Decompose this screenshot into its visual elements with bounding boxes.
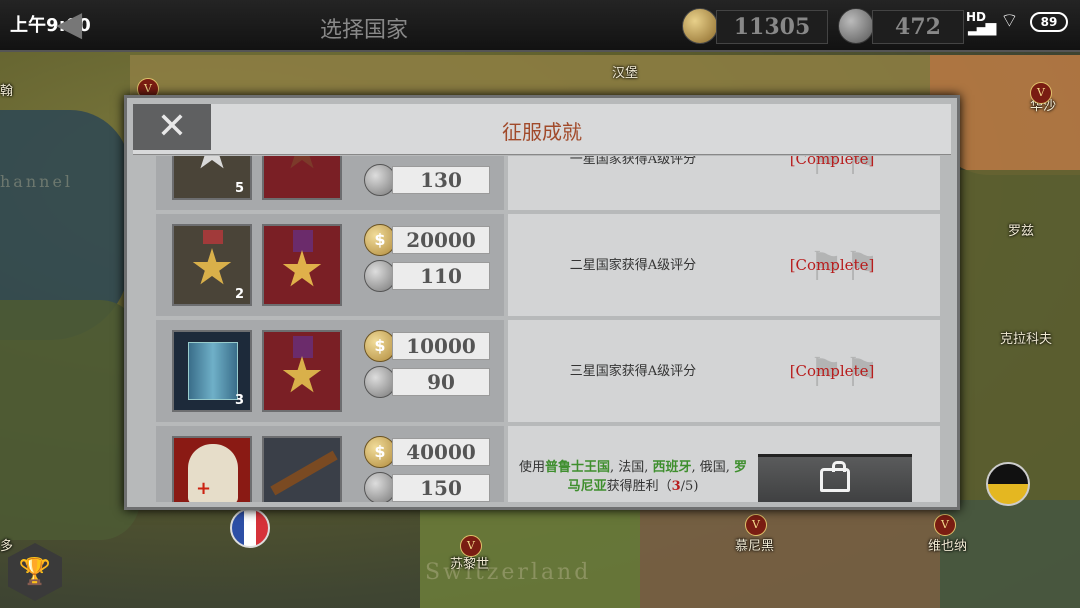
achievement-badge: 3 <box>172 330 252 412</box>
map-region <box>640 510 940 608</box>
battery-icon: 89 <box>1030 12 1068 32</box>
achievement-row: 3 $ 10000 90 三星国家获得A级评分 ⚑⚑ [Complete] <box>156 320 940 422</box>
achievement-info: 一星国家获得A级评分 ⚑⚑ [Complete] <box>508 156 940 210</box>
achievement-badge: 2 <box>172 224 252 306</box>
progress-total: /5) <box>680 479 699 494</box>
reward-medal-box <box>262 224 342 306</box>
achievement-description: 使用普鲁士王国, 法国, 西班牙, 俄国, 罗马尼亚获得胜利（3/5) <box>508 426 758 502</box>
reward-item-box <box>262 436 342 502</box>
claim-reward-button[interactable] <box>758 454 912 502</box>
silver-medal-icon <box>192 156 232 169</box>
france-flag-icon[interactable] <box>230 508 270 548</box>
ribbon-icon <box>293 336 313 358</box>
close-button[interactable]: ✕ <box>133 104 211 150</box>
gold-reward-value: 20000 <box>392 226 490 254</box>
dialog-title: 征服成就 <box>502 120 582 144</box>
achievement-status: [Complete] <box>789 256 875 274</box>
achievement-status: [Complete] <box>789 362 875 380</box>
achievement-description: 二星国家获得A级评分 <box>569 257 697 273</box>
reward-panel: 5 130 <box>156 156 504 210</box>
iron-cross-medal-icon <box>282 156 322 169</box>
gold-reward-value: 40000 <box>392 438 490 466</box>
achievement-row: 2 $ 20000 110 二星国家获得A级评分 ⚑⚑ [Complete] <box>156 214 940 316</box>
medal-icon <box>838 8 874 44</box>
top-bar: 上午9:00 ◀ 选择国家 11305 472 HD ▂▄▆ ⌔ 89 <box>0 0 1080 52</box>
map-label-country: Switzerland <box>425 560 592 585</box>
achievement-status: [Complete] <box>789 156 875 168</box>
reward-panel: 2 $ 20000 110 <box>156 214 504 316</box>
gold-amount: 11305 <box>716 10 828 44</box>
achievement-info: 二星国家获得A级评分 ⚑⚑ [Complete] <box>508 214 940 316</box>
achievement-badge: 5 <box>172 156 252 200</box>
country-name: 普鲁士王国 <box>544 460 610 475</box>
desc-text: 获得胜利（ <box>606 479 672 494</box>
map-label-city: 汉堡 <box>612 66 639 81</box>
star-medal-icon <box>282 250 322 287</box>
achievement-row: + $ 40000 150 使用普鲁士王国, 法国, 西班牙, 俄国, 罗马尼亚… <box>156 426 940 502</box>
trophy-button[interactable]: 🏆 <box>8 543 62 601</box>
map-region <box>940 500 1080 608</box>
map-label-sea: hannel <box>0 172 74 191</box>
reward-panel: + $ 40000 150 <box>156 426 504 502</box>
map-label-city: 维也纳 <box>928 539 968 554</box>
signal-icon: ▂▄▆ <box>968 20 996 36</box>
germany-flag-icon[interactable] <box>986 462 1030 506</box>
reward-panel: 3 $ 10000 90 <box>156 320 504 422</box>
achievement-list[interactable]: 5 130 一星国家获得A级评分 ⚑⚑ [Complete] 2 $ 20000… <box>156 156 940 502</box>
gold-star-medal-icon <box>192 248 232 285</box>
victory-point-marker[interactable]: V <box>1030 82 1052 104</box>
medic-icon: + <box>188 444 238 502</box>
map-label-city: 克拉科夫 <box>1000 332 1053 347</box>
victory-point-marker[interactable]: V <box>934 514 956 536</box>
dialog-header: 征服成就 <box>133 104 951 155</box>
desc-text: 使用 <box>518 460 545 475</box>
map-label-city: 罗兹 <box>1008 224 1035 239</box>
rifle-icon <box>270 450 338 496</box>
map-label-city: 翰 <box>0 84 14 99</box>
gold-reward-value: 10000 <box>392 332 490 360</box>
star-medal-icon <box>282 356 322 393</box>
victory-point-marker[interactable]: V <box>745 514 767 536</box>
close-x-icon: ✕ <box>156 106 188 147</box>
map-label-city: 多 <box>0 539 14 554</box>
badge-count: 3 <box>234 393 244 408</box>
desc-text: , 俄国, <box>691 460 735 475</box>
books-icon <box>188 342 238 400</box>
badge-count: 5 <box>234 181 244 196</box>
map-region <box>130 55 930 95</box>
map-region <box>0 300 140 540</box>
page-title: 选择国家 <box>320 18 409 43</box>
desc-text: , 法国, <box>609 460 653 475</box>
medal-reward-value: 150 <box>392 474 490 502</box>
country-name: 西班牙 <box>652 460 692 475</box>
achievement-info: 使用普鲁士王国, 法国, 西班牙, 俄国, 罗马尼亚获得胜利（3/5) <box>508 426 940 502</box>
achievement-description: 一星国家获得A级评分 <box>569 156 697 167</box>
reward-medal-box <box>262 330 342 412</box>
chest-icon <box>820 461 850 492</box>
achievement-row: 5 130 一星国家获得A级评分 ⚑⚑ [Complete] <box>156 156 940 210</box>
gold-coin-icon <box>682 8 718 44</box>
map-label-city: 慕尼黑 <box>735 539 775 554</box>
ribbon-icon <box>293 230 313 252</box>
reward-medal-box <box>262 156 342 200</box>
achievement-badge: + <box>172 436 252 502</box>
back-arrow-icon[interactable]: ◀ <box>56 4 92 44</box>
ribbon-icon <box>203 230 223 244</box>
medal-reward-value: 130 <box>392 166 490 194</box>
wifi-icon: ⌔ <box>1000 8 1019 32</box>
progress-done: 3 <box>671 479 681 494</box>
medal-reward-value: 90 <box>392 368 490 396</box>
medal-amount: 472 <box>872 10 964 44</box>
badge-count: 2 <box>234 287 244 302</box>
achievement-description: 三星国家获得A级评分 <box>569 363 697 379</box>
achievement-info: 三星国家获得A级评分 ⚑⚑ [Complete] <box>508 320 940 422</box>
victory-point-marker[interactable]: V <box>460 535 482 557</box>
medal-reward-value: 110 <box>392 262 490 290</box>
achievements-dialog: 征服成就 ✕ 5 130 一星国家获得A级评分 ⚑⚑ [Complete] 2 … <box>124 95 960 510</box>
